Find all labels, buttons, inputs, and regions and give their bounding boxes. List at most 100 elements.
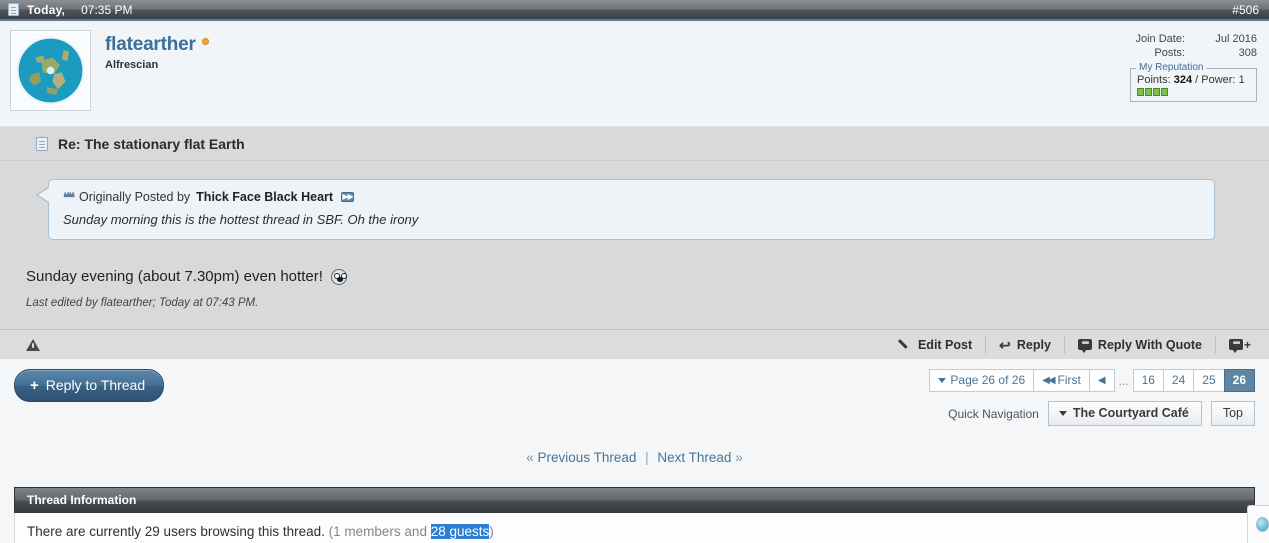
quick-navigation-label: Quick Navigation — [948, 406, 1039, 421]
reply-arrow-icon: ↪ — [999, 336, 1011, 353]
pagination-area: Page 26 of 26 ◀◀ First ◀ ... 16 24 25 26… — [929, 369, 1255, 426]
previous-page-button[interactable]: ◀ — [1088, 369, 1115, 392]
multi-quote-button[interactable]: ❝❝ + — [1216, 336, 1255, 354]
reputation-bar — [1137, 88, 1144, 96]
corner-widget[interactable] — [1247, 505, 1269, 543]
reputation-points: Points: 324 / Power: 1 — [1137, 74, 1250, 86]
reply-label: Reply — [1016, 337, 1051, 352]
quote-block: ❝❝ Originally Posted by Thick Face Black… — [36, 179, 1215, 240]
power-value: 1 — [1238, 74, 1245, 86]
quote-text: Sunday morning this is the hottest threa… — [63, 212, 419, 227]
page-selector[interactable]: Page 26 of 26 — [929, 369, 1035, 392]
post-body: ❝❝ Originally Posted by Thick Face Black… — [0, 161, 1269, 329]
posts-value: 308 — [1238, 47, 1257, 59]
left-arrow-icon: ◀ — [1097, 374, 1106, 386]
post-footer-toolbar: Edit Post ↪ Reply ❝❝ Reply With Quote ❝❝… — [0, 329, 1269, 359]
reputation-bar — [1153, 88, 1160, 96]
page-link-24[interactable]: 24 — [1162, 369, 1195, 392]
pagination-ellipsis: ... — [1118, 373, 1129, 388]
view-post-icon[interactable]: ▶▶ — [341, 192, 355, 202]
next-thread-link[interactable]: Next Thread — [657, 450, 731, 465]
points-value: 324 — [1173, 74, 1193, 86]
top-button[interactable]: Top — [1210, 401, 1255, 426]
double-left-arrow-icon: ◀◀ — [1042, 374, 1055, 386]
quote-author[interactable]: Thick Face Black Heart — [196, 190, 333, 204]
post-date: Today, — [27, 2, 66, 17]
first-page-button[interactable]: ◀◀ First — [1033, 369, 1090, 392]
reply-button[interactable]: ↪ Reply — [986, 335, 1065, 354]
chevron-down-icon — [938, 377, 947, 383]
last-edited-note: Last edited by flatearther; Today at 07:… — [26, 297, 259, 309]
document-icon — [8, 3, 19, 16]
posts-row: Posts: 308 — [957, 46, 1257, 60]
edit-post-button[interactable]: Edit Post — [886, 335, 987, 354]
thread-information-body: There are currently 29 users browsing th… — [14, 513, 1255, 543]
pencil-icon — [899, 338, 912, 351]
globe-icon — [1256, 517, 1269, 532]
quick-navigation-row: Quick Navigation The Courtyard Café Top — [930, 401, 1255, 426]
thread-navigation: « Previous Thread | Next Thread » — [0, 426, 1269, 487]
reputation-legend: My Reputation — [1136, 62, 1207, 73]
page-label: Page 26 of 26 — [950, 373, 1026, 387]
first-page-label: First — [1057, 373, 1081, 387]
eek-shocked-emoticon — [330, 268, 347, 285]
post-header-bar: Today, 07:35 PM #506 — [0, 0, 1269, 21]
thread-information-section: Thread Information There are currently 2… — [0, 487, 1269, 543]
reputation-separator: / — [1195, 74, 1199, 86]
paren-close: ) — [489, 524, 494, 539]
power-label: Power: — [1201, 74, 1236, 86]
post-title-row: Re: The stationary flat Earth — [0, 127, 1269, 161]
user-title: Alfrescian — [105, 59, 159, 71]
reputation-bar — [1161, 88, 1168, 96]
post-title: Re: The stationary flat Earth — [58, 136, 245, 152]
points-label: Points: — [1137, 74, 1171, 86]
reply-to-thread-label: Reply to Thread — [45, 377, 146, 393]
edit-post-label: Edit Post — [917, 337, 973, 352]
pagination: Page 26 of 26 ◀◀ First ◀ ... 16 24 25 26 — [929, 369, 1255, 392]
page-link-16[interactable]: 16 — [1132, 369, 1164, 392]
quote-pointer — [36, 186, 49, 204]
reply-to-thread-button[interactable]: + Reply to Thread — [14, 369, 165, 402]
browsing-sentence: There are currently 29 users browsing th… — [27, 524, 325, 539]
join-date-value: Jul 2016 — [1215, 33, 1257, 45]
username-link[interactable]: flatearther — [105, 34, 196, 56]
plus-icon: + — [30, 376, 39, 394]
chevron-down-icon — [1058, 410, 1067, 416]
post-container: Today, 07:35 PM #506 flatearther Alfresc… — [0, 0, 1269, 359]
post-icon — [36, 136, 48, 151]
user-meta: flatearther Alfrescian — [105, 30, 957, 117]
post-message: Sunday evening (about 7.30pm) even hotte… — [26, 268, 323, 285]
previous-thread-link[interactable]: Previous Thread — [538, 450, 637, 465]
flat-earth-map-avatar — [13, 33, 88, 108]
next-chevron-icon: » — [735, 450, 743, 465]
page-link-26-active[interactable]: 26 — [1223, 369, 1255, 392]
reputation-bars — [1137, 88, 1250, 96]
report-warning-icon[interactable] — [26, 338, 40, 351]
avatar[interactable] — [10, 30, 91, 111]
online-status-icon — [201, 38, 209, 45]
reputation-box: My Reputation Points: 324 / Power: 1 — [1130, 62, 1257, 102]
reply-with-quote-label: Reply With Quote — [1097, 337, 1202, 352]
multi-quote-icon: ❝❝ + — [1228, 339, 1251, 353]
post-message-text: Sunday evening (about 7.30pm) even hotte… — [26, 268, 1251, 285]
reply-with-quote-button[interactable]: ❝❝ Reply With Quote — [1065, 335, 1216, 354]
reputation-bar — [1145, 88, 1152, 96]
quote-header: ❝❝ Originally Posted by Thick Face Black… — [63, 190, 1200, 204]
join-date-label: Join Date: — [1135, 33, 1185, 45]
thread-information-heading: Thread Information — [14, 487, 1255, 513]
post-time: 07:35 PM — [81, 2, 133, 17]
post-user-strip: flatearther Alfrescian Join Date: Jul 20… — [0, 21, 1269, 127]
post-number[interactable]: #506 — [1232, 3, 1259, 17]
user-stats: Join Date: Jul 2016 Posts: 308 My Reputa… — [957, 30, 1257, 117]
join-date-row: Join Date: Jul 2016 — [957, 32, 1257, 46]
page-link-25[interactable]: 25 — [1193, 369, 1225, 392]
quick-navigation-value: The Courtyard Café — [1072, 406, 1189, 420]
previous-chevron-icon: « — [526, 450, 534, 465]
quote-prefix: Originally Posted by — [79, 190, 191, 204]
quote-bubble-icon: ❝❝ — [1077, 339, 1092, 353]
thread-nav-separator: | — [645, 450, 649, 465]
quote-marks-icon: ❝❝ — [63, 189, 75, 205]
guests-count-selected: 28 guests — [430, 524, 490, 539]
post-actions: Edit Post ↪ Reply ❝❝ Reply With Quote ❝❝… — [886, 335, 1255, 354]
quick-navigation-select[interactable]: The Courtyard Café — [1047, 401, 1202, 426]
